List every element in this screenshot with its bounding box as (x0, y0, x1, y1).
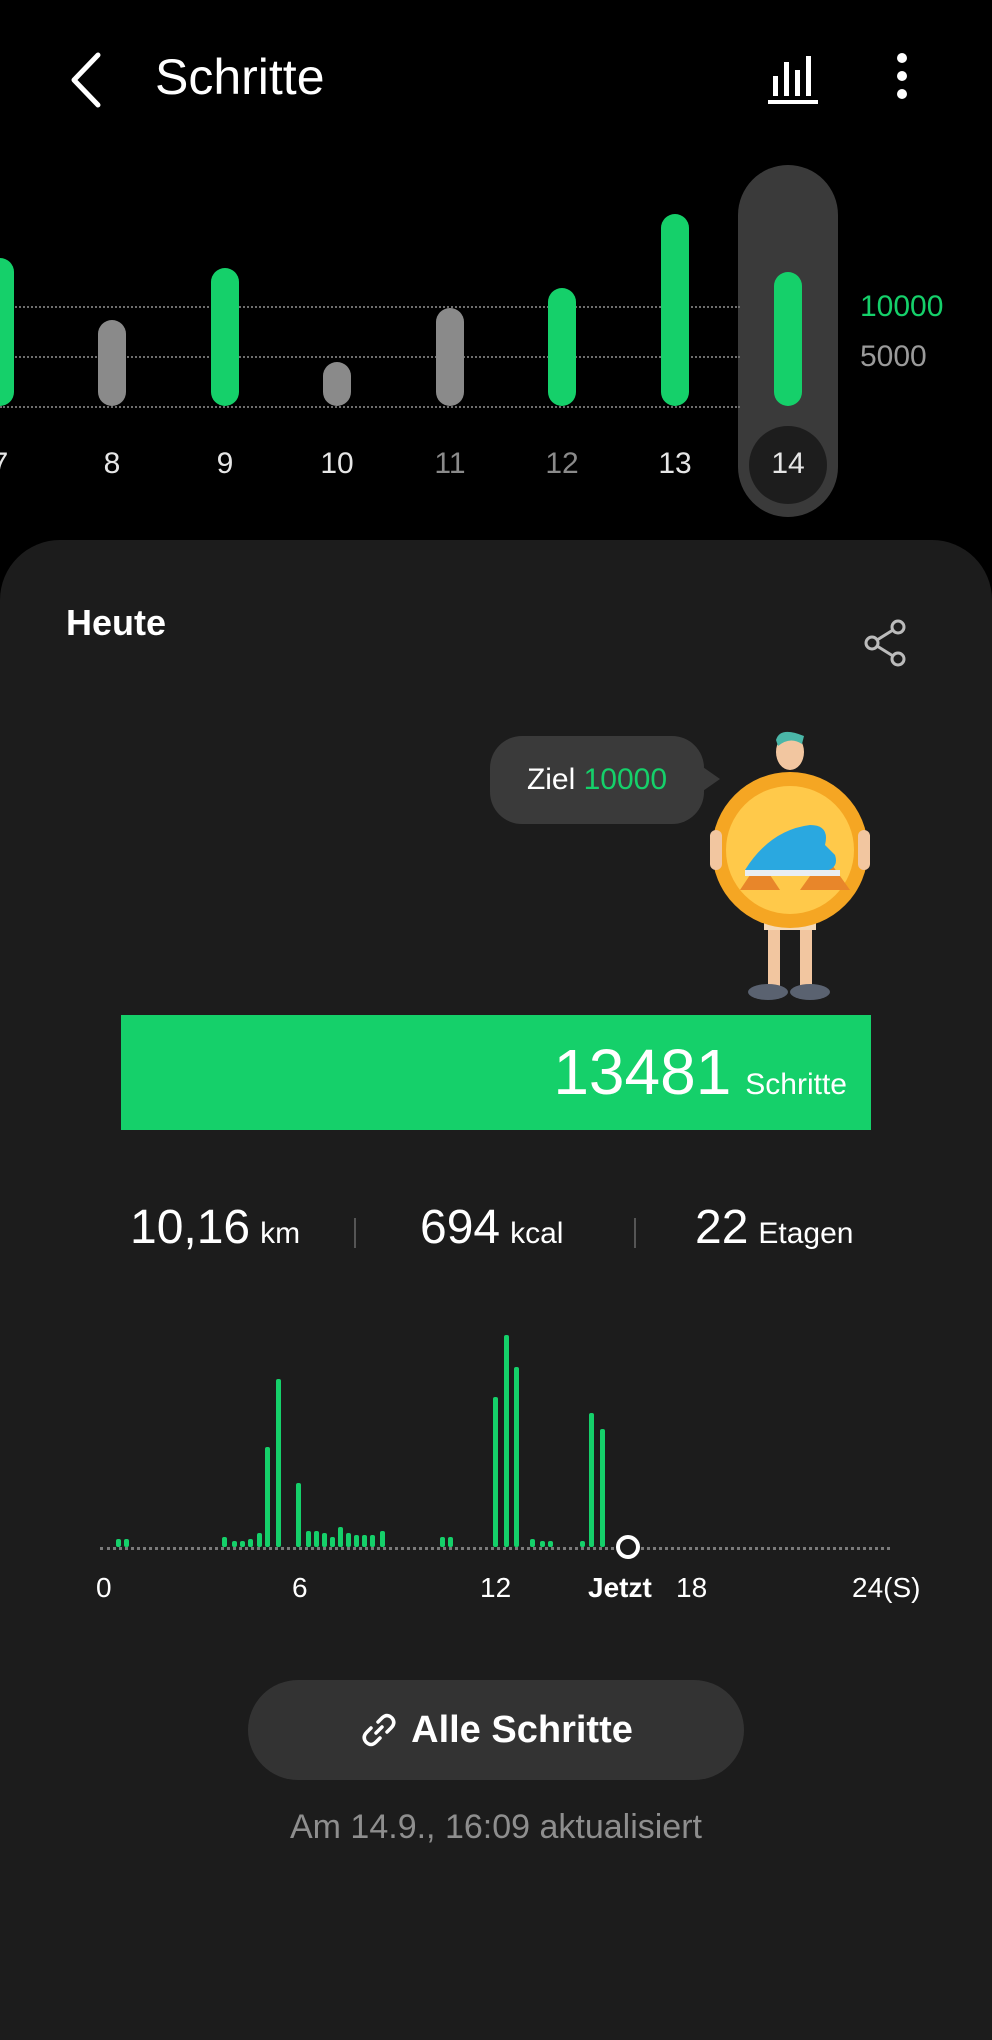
hourly-bar (448, 1537, 453, 1547)
now-marker (616, 1535, 640, 1559)
hourly-bar (232, 1541, 237, 1547)
link-icon (362, 1713, 396, 1747)
day-bar-10[interactable] (323, 362, 351, 406)
hourly-bar (276, 1379, 281, 1547)
hourly-bar (257, 1533, 262, 1547)
steps-progress-bar: 13481 Schritte (121, 1015, 871, 1130)
day-label-10[interactable]: 10 (297, 447, 377, 481)
stat-divider (354, 1218, 356, 1248)
hourly-bar (354, 1535, 359, 1547)
day-label-14[interactable]: 14 (748, 447, 828, 481)
calories-stat: 694 kcal (420, 1200, 563, 1255)
bar-chart-icon (768, 56, 818, 104)
floors-unit: Etagen (758, 1217, 854, 1250)
weekly-steps-chart: 7 8 9 10 11 12 13 14 10000 5000 (0, 150, 992, 530)
chevron-left-icon (71, 52, 101, 108)
hourly-bar (222, 1537, 227, 1547)
day-bar-12[interactable] (548, 288, 576, 406)
steps-value: 13481 (553, 1036, 732, 1108)
hourly-bar (322, 1533, 327, 1547)
all-steps-label: Alle Schritte (411, 1708, 633, 1751)
hourly-bar (600, 1429, 605, 1547)
hourly-chart-baseline (100, 1547, 890, 1550)
hourly-bar (248, 1539, 253, 1547)
hour-label-24: 24(S) (852, 1572, 921, 1603)
more-options-button[interactable] (880, 48, 925, 108)
goal-line-10000 (0, 306, 740, 308)
day-label-13[interactable]: 13 (635, 447, 715, 481)
hourly-bar (493, 1397, 498, 1547)
goal-label-5000: 5000 (860, 340, 927, 373)
day-label-9[interactable]: 9 (185, 447, 265, 481)
hourly-bar (124, 1539, 129, 1547)
share-button[interactable] (862, 618, 910, 668)
hourly-bar (548, 1541, 553, 1547)
baseline-line (0, 406, 740, 408)
steps-count: 13481 Schritte (553, 1035, 847, 1109)
hourly-bar (240, 1541, 245, 1547)
hourly-bar (306, 1531, 311, 1547)
day-label-11[interactable]: 11 (410, 447, 490, 481)
day-bar-8[interactable] (98, 320, 126, 406)
distance-value: 10,16 (130, 1201, 251, 1254)
hourly-bar (540, 1541, 545, 1547)
day-label-8[interactable]: 8 (72, 447, 152, 481)
hourly-bar (330, 1537, 335, 1547)
hour-label-12: 12 (480, 1572, 512, 1603)
hourly-bar (504, 1335, 509, 1547)
hour-label-now: Jetzt (588, 1572, 652, 1603)
hourly-bar (362, 1535, 367, 1547)
calories-unit: kcal (510, 1217, 564, 1250)
hourly-bar (296, 1483, 301, 1547)
today-card: Heute Ziel 10000 13481 Schritte 10,16 km… (0, 540, 992, 2040)
calories-value: 694 (420, 1201, 501, 1254)
hourly-bar (370, 1535, 375, 1547)
hour-label-18: 18 (676, 1572, 708, 1603)
mascot-illustration (710, 731, 870, 1000)
distance-unit: km (260, 1217, 301, 1250)
hourly-bar (530, 1539, 535, 1547)
goal-bubble: Ziel 10000 (490, 736, 704, 824)
goal-bubble-prefix: Ziel (526, 763, 576, 796)
stat-divider (634, 1218, 636, 1248)
hour-label-0: 0 (96, 1572, 112, 1603)
hourly-bar (514, 1367, 519, 1547)
day-bar-14[interactable] (774, 272, 802, 406)
steps-unit: Schritte (745, 1068, 847, 1101)
hour-label-6: 6 (292, 1572, 308, 1603)
hourly-bar (116, 1539, 121, 1547)
last-updated-text: Am 14.9., 16:09 aktualisiert (289, 1808, 702, 1846)
all-steps-button[interactable]: Alle Schritte (248, 1680, 744, 1780)
app-header: Schritte (0, 0, 992, 150)
floors-value: 22 (695, 1201, 749, 1254)
hourly-bar (380, 1531, 385, 1547)
chart-view-button[interactable] (765, 48, 825, 108)
day-bar-7[interactable] (0, 258, 14, 406)
more-vertical-icon (897, 53, 907, 99)
day-label-12[interactable]: 12 (522, 447, 602, 481)
share-icon (864, 619, 906, 667)
hourly-bar (440, 1537, 445, 1547)
hourly-bar (346, 1533, 351, 1547)
goal-label-10000: 10000 (860, 290, 944, 323)
floors-stat: 22 Etagen (695, 1200, 853, 1255)
hourly-bar (338, 1527, 343, 1547)
card-heading: Heute (66, 602, 167, 643)
hourly-bar (580, 1541, 585, 1547)
hourly-bar (589, 1413, 594, 1547)
day-label-7[interactable]: 7 (0, 447, 40, 481)
page-title: Schritte (155, 49, 325, 105)
hourly-bar (265, 1447, 270, 1547)
back-button[interactable] (60, 45, 120, 115)
day-bar-9[interactable] (211, 268, 239, 406)
day-bar-13[interactable] (661, 214, 689, 406)
day-bar-11[interactable] (436, 308, 464, 406)
hourly-bar (314, 1531, 319, 1547)
goal-bubble-value: 10000 (583, 763, 668, 796)
distance-stat: 10,16 km (130, 1200, 300, 1255)
